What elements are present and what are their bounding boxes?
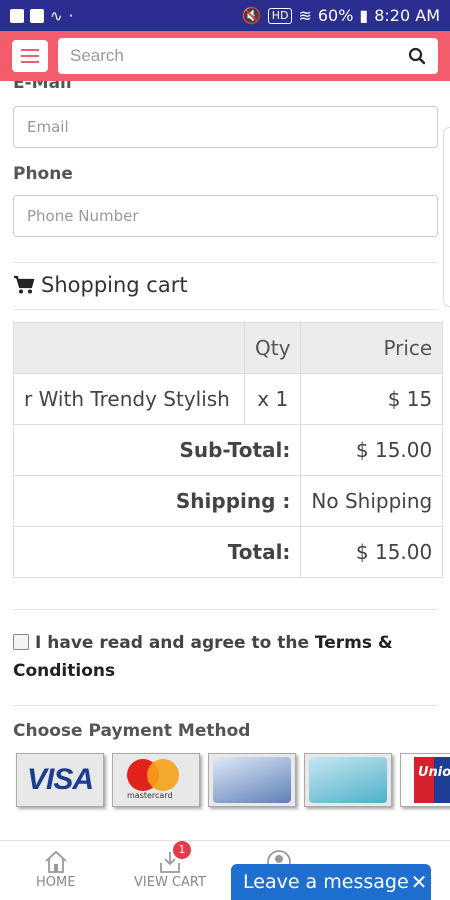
payment-mastercard[interactable]: mastercard: [112, 753, 200, 807]
image-icon: [30, 8, 44, 23]
menu-button[interactable]: [12, 40, 48, 72]
divider: [13, 262, 438, 263]
terms-text: I have read and agree to the: [35, 633, 315, 653]
col-qty: Qty: [243, 322, 302, 374]
app-header: [0, 31, 450, 81]
nav-view-cart[interactable]: 1 VIEW CART: [134, 841, 206, 890]
email-field[interactable]: Email: [13, 106, 438, 148]
status-notifications: ∿ ·: [10, 7, 73, 25]
payment-bank-card-1[interactable]: [208, 753, 296, 807]
scroll-indicator: [443, 127, 450, 307]
phone-label: Phone: [13, 164, 73, 184]
mastercard-logo: mastercard: [121, 757, 191, 803]
total-label: Total:: [12, 526, 302, 578]
total-value: $ 15.00: [300, 526, 444, 578]
visa-logo: VISA: [26, 763, 94, 796]
payment-visa[interactable]: VISA: [16, 753, 104, 807]
subtotal-value: $ 15.00: [300, 424, 444, 476]
home-icon: [45, 850, 67, 873]
phone-field[interactable]: Phone Number: [13, 195, 438, 237]
email-label: E-Mail: [13, 81, 72, 93]
divider: [13, 309, 438, 310]
col-price: Price: [300, 322, 444, 374]
cart-count-badge: 1: [172, 841, 191, 859]
shopping-cart-heading: Shopping cart: [13, 273, 188, 297]
table-row: r With Trendy Stylish x 1 $ 15: [13, 373, 444, 425]
clock: 8:20 AM: [374, 6, 440, 25]
leave-message-label: Leave a message: [243, 871, 409, 893]
menu-icon-line: [21, 61, 39, 63]
terms-checkbox[interactable]: [13, 634, 29, 650]
terms-agreement: I have read and agree to the Terms & Con…: [13, 629, 438, 685]
unionpay-logo: Union: [414, 757, 450, 803]
divider: [13, 705, 438, 706]
search-bar: [58, 38, 438, 74]
col-product: [13, 322, 245, 374]
menu-icon-line: [21, 55, 39, 57]
subtotal-label: Sub-Total:: [12, 424, 302, 476]
bank-card-1-logo: [213, 757, 291, 803]
bank-card-2-logo: [309, 757, 387, 803]
qty-cell: x 1: [243, 373, 302, 425]
facebook-icon: [10, 8, 24, 23]
divider: [13, 609, 438, 610]
dot-icon: ·: [68, 6, 74, 25]
checkout-content: E-Mail Email Phone Phone Number Shopping…: [0, 81, 450, 841]
mastercard-text: mastercard: [127, 791, 173, 800]
price-cell: $ 15: [300, 373, 444, 425]
total-row: Total: $ 15.00: [12, 526, 444, 578]
shipping-label: Shipping :: [12, 475, 302, 527]
nav-home-label: HOME: [36, 875, 76, 890]
close-icon[interactable]: ✕: [411, 870, 428, 894]
wifi-icon: ≋: [298, 6, 312, 25]
table-header-row: Qty Price: [13, 322, 444, 374]
leave-message-button[interactable]: Leave a message ✕: [231, 864, 431, 900]
view-cart-icon: 1: [157, 841, 191, 875]
payment-methods: VISA mastercard Union: [16, 753, 450, 807]
mute-icon: 🔇: [241, 6, 262, 25]
shopping-cart-title: Shopping cart: [41, 273, 188, 297]
search-input[interactable]: [70, 46, 408, 66]
nav-view-cart-label: VIEW CART: [134, 875, 206, 890]
hd-badge: HD: [267, 7, 293, 24]
nav-home[interactable]: HOME: [36, 849, 75, 890]
product-cell: r With Trendy Stylish: [13, 373, 245, 425]
shipping-row: Shipping : No Shipping: [12, 475, 444, 527]
payment-unionpay[interactable]: Union: [400, 753, 450, 807]
battery-percent: 60%: [317, 6, 354, 25]
shipping-value: No Shipping: [300, 475, 444, 527]
subtotal-row: Sub-Total: $ 15.00: [12, 424, 444, 476]
product-name[interactable]: r With Trendy Stylish: [24, 387, 234, 411]
search-icon[interactable]: [408, 47, 426, 65]
battery-icon: ▮: [359, 6, 369, 25]
cart-table: Qty Price r With Trendy Stylish x 1 $ 15…: [12, 322, 444, 578]
payment-bank-card-2[interactable]: [304, 753, 392, 807]
link-icon: ∿: [50, 6, 63, 25]
status-bar: ∿ · 🔇 HD ≋ 60% ▮ 8:20 AM: [0, 0, 450, 31]
cart-icon: [14, 275, 35, 294]
status-system: 🔇 HD ≋ 60% ▮ 8:20 AM: [242, 6, 440, 25]
menu-icon-line: [21, 49, 39, 51]
payment-method-title: Choose Payment Method: [13, 721, 251, 741]
